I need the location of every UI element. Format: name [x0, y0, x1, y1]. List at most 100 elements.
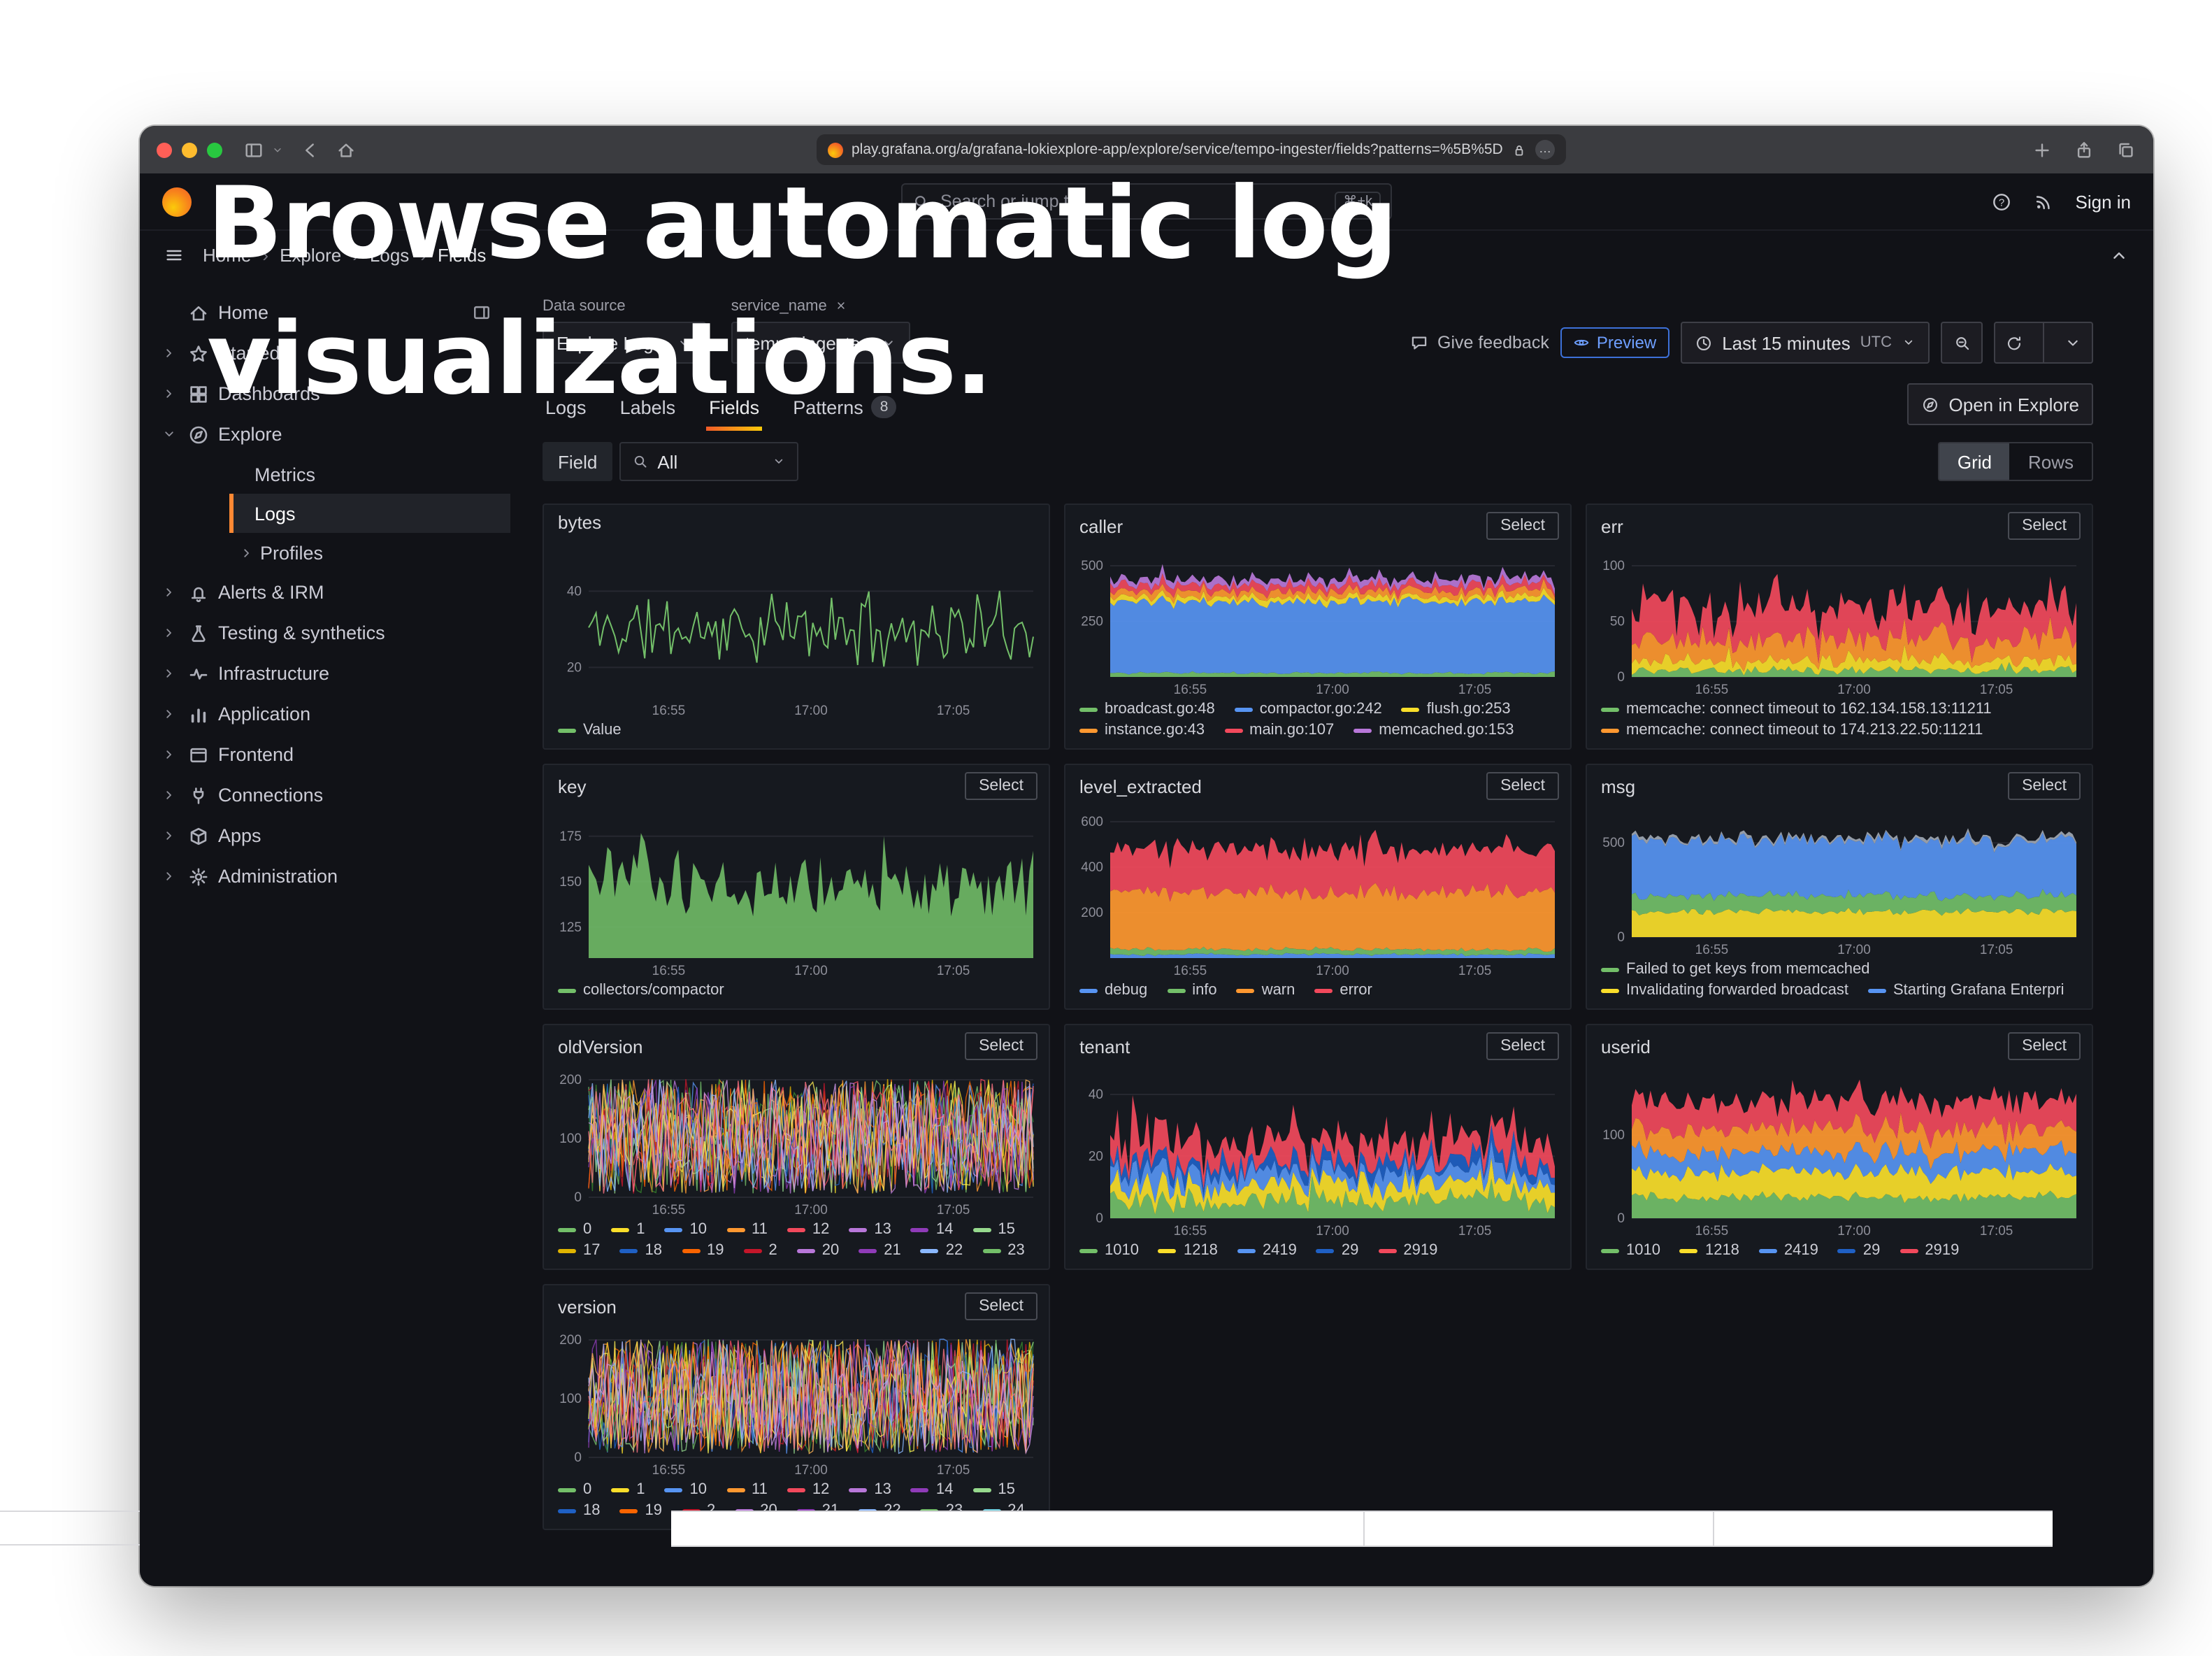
legend-item[interactable]: collectors/compactor	[558, 982, 724, 999]
legend-item[interactable]: 2	[744, 1242, 777, 1259]
view-option-rows[interactable]: Rows	[2010, 443, 2092, 480]
chart-level-extracted[interactable]: 20040060016:5517:0017:05	[1071, 806, 1562, 979]
legend-item[interactable]: 10	[665, 1221, 708, 1238]
view-option-grid[interactable]: Grid	[1939, 443, 2010, 480]
legend-item[interactable]: 1218	[1158, 1242, 1218, 1259]
chevron-right-icon[interactable]	[238, 545, 256, 560]
chevron-right-icon[interactable]	[157, 666, 182, 681]
sidebar-item-administration[interactable]: Administration	[140, 856, 510, 897]
chevron-right-icon[interactable]	[157, 869, 182, 884]
select-button[interactable]: Select	[965, 772, 1037, 800]
legend-item[interactable]: 2419	[1237, 1242, 1297, 1259]
chart-tenant[interactable]: 0204016:5517:0017:05	[1071, 1066, 1562, 1239]
legend-item[interactable]: 2419	[1759, 1242, 1818, 1259]
time-range-picker[interactable]: Last 15 minutes UTC	[1680, 322, 1930, 364]
legend-item[interactable]: 1218	[1680, 1242, 1739, 1259]
legend-item[interactable]: 18	[558, 1502, 601, 1519]
legend-item[interactable]: info	[1167, 982, 1217, 999]
legend-item[interactable]: broadcast.go:48	[1079, 701, 1215, 718]
legend-item[interactable]: instance.go:43	[1079, 722, 1205, 738]
legend-item[interactable]: 29	[1838, 1242, 1881, 1259]
sidebar-item-infrastructure[interactable]: Infrastructure	[140, 653, 510, 694]
zoom-out-time-button[interactable]	[1941, 322, 1983, 364]
legend-item[interactable]: 15	[972, 1221, 1015, 1238]
legend-item[interactable]: memcache: connect timeout to 174.213.22.…	[1601, 722, 1983, 738]
chevron-right-icon[interactable]	[157, 345, 182, 361]
select-button[interactable]: Select	[965, 1292, 1037, 1320]
legend-item[interactable]: main.go:107	[1224, 722, 1334, 738]
legend-item[interactable]: 2919	[1378, 1242, 1437, 1259]
chevron-right-icon[interactable]	[157, 706, 182, 722]
select-button[interactable]: Select	[2008, 772, 2081, 800]
legend-item[interactable]: 0	[558, 1221, 591, 1238]
sidebar-item-application[interactable]: Application	[140, 694, 510, 734]
hamburger-menu-icon[interactable]	[164, 244, 185, 265]
sidebar-item-testing-synthetics[interactable]: Testing & synthetics	[140, 613, 510, 653]
sidebar-item-apps[interactable]: Apps	[140, 815, 510, 856]
zoom-window-button[interactable]	[207, 142, 222, 157]
chart-userid[interactable]: 010016:5517:0017:05	[1593, 1066, 2083, 1239]
chevron-right-icon[interactable]	[157, 585, 182, 600]
sidebar-item-metrics[interactable]: Metrics	[229, 455, 510, 494]
legend-item[interactable]: Value	[558, 722, 622, 738]
select-button[interactable]: Select	[965, 1032, 1037, 1060]
close-window-button[interactable]	[157, 142, 172, 157]
legend-item[interactable]: 21	[859, 1242, 901, 1259]
legend-item[interactable]: 1	[611, 1221, 645, 1238]
legend-item[interactable]: memcache: connect timeout to 162.134.158…	[1601, 701, 1992, 718]
legend-item[interactable]: 11	[726, 1481, 768, 1498]
legend-item[interactable]: 19	[620, 1502, 663, 1519]
legend-item[interactable]: error	[1314, 982, 1372, 999]
legend-item[interactable]: warn	[1237, 982, 1295, 999]
chart-msg[interactable]: 050016:5517:0017:05	[1593, 806, 2083, 958]
chevron-right-icon[interactable]	[157, 747, 182, 762]
legend-item[interactable]: 13	[849, 1221, 891, 1238]
chevron-right-icon[interactable]	[157, 625, 182, 641]
select-button[interactable]: Select	[1486, 1032, 1559, 1060]
sidebar-item-profiles[interactable]: Profiles	[229, 533, 510, 572]
legend-item[interactable]: Invalidating forwarded broadcast	[1601, 982, 1848, 999]
new-tab-icon[interactable]	[2032, 139, 2053, 160]
legend-item[interactable]: 23	[982, 1242, 1025, 1259]
chevron-down-icon[interactable]	[157, 427, 182, 442]
legend-item[interactable]: flush.go:253	[1402, 701, 1511, 718]
legend-item[interactable]: memcached.go:153	[1353, 722, 1514, 738]
legend-item[interactable]: 19	[682, 1242, 724, 1259]
chevron-right-icon[interactable]	[157, 828, 182, 843]
sidebar-item-alerts-irm[interactable]: Alerts & IRM	[140, 572, 510, 613]
legend-item[interactable]: 29	[1316, 1242, 1359, 1259]
sign-in-button[interactable]: Sign in	[2076, 191, 2132, 212]
legend-item[interactable]: compactor.go:242	[1235, 701, 1382, 718]
legend-item[interactable]: 17	[558, 1242, 601, 1259]
legend-item[interactable]: 12	[787, 1481, 830, 1498]
legend-item[interactable]: 14	[911, 1221, 954, 1238]
legend-item[interactable]: Starting Grafana Enterpri	[1868, 982, 2064, 999]
legend-item[interactable]: 0	[558, 1481, 591, 1498]
chart-err[interactable]: 05010016:5517:0017:05	[1593, 545, 2083, 698]
help-icon[interactable]: ?	[1992, 191, 2013, 212]
legend-item[interactable]: 1010	[1601, 1242, 1660, 1259]
select-button[interactable]: Select	[1486, 772, 1559, 800]
legend-item[interactable]: 15	[972, 1481, 1015, 1498]
share-icon[interactable]	[2074, 139, 2095, 160]
chart-key[interactable]: 12515017516:5517:0017:05	[550, 806, 1040, 979]
chevron-right-icon[interactable]	[157, 787, 182, 803]
select-button[interactable]: Select	[1486, 512, 1559, 540]
select-button[interactable]: Select	[2008, 512, 2081, 540]
legend-item[interactable]: Failed to get keys from memcached	[1601, 961, 1870, 978]
sidebar-item-frontend[interactable]: Frontend	[140, 734, 510, 775]
open-in-explore-button[interactable]: Open in Explore	[1907, 383, 2093, 425]
chevron-down-icon[interactable]	[2064, 334, 2082, 352]
legend-item[interactable]: 10	[665, 1481, 708, 1498]
refresh-button[interactable]	[1994, 322, 2093, 364]
grafana-logo[interactable]	[162, 187, 192, 216]
legend-item[interactable]: 13	[849, 1481, 891, 1498]
tabs-icon[interactable]	[2116, 139, 2136, 160]
collapse-header-icon[interactable]	[2109, 244, 2130, 265]
legend-item[interactable]: 1	[611, 1481, 645, 1498]
give-feedback-link[interactable]: Give feedback	[1409, 333, 1549, 352]
select-button[interactable]: Select	[2008, 1032, 2081, 1060]
chart-oldversion[interactable]: 010020016:5517:0017:05	[550, 1066, 1040, 1218]
chart-bytes[interactable]: 204016:5517:0017:05	[550, 538, 1040, 719]
legend-item[interactable]: 2919	[1899, 1242, 1959, 1259]
